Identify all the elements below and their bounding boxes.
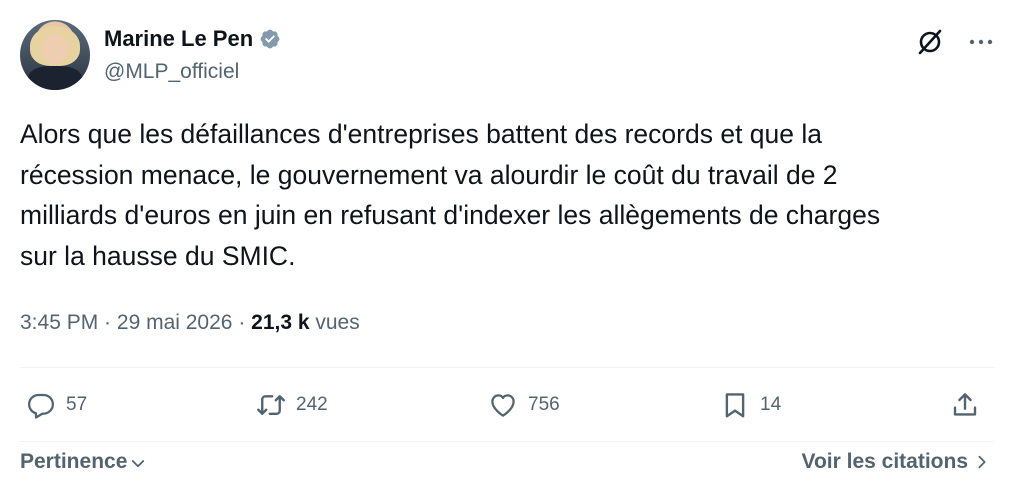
tweet-text: Alors que les défaillances d'entreprises… [20, 119, 881, 271]
like-count: 756 [528, 394, 560, 415]
share-button[interactable] [950, 390, 980, 420]
tweet-date[interactable]: 29 mai 2026 [117, 311, 233, 334]
repost-count: 242 [296, 394, 328, 415]
repost-icon [257, 395, 285, 415]
views-label: vues [309, 311, 360, 334]
chevron-right-icon [978, 455, 986, 469]
divider [20, 441, 994, 442]
reply-button[interactable]: 57 [26, 390, 87, 420]
grok-icon[interactable] [916, 28, 944, 56]
view-quotes-link[interactable]: Voir les citations [802, 450, 991, 474]
author-handle[interactable]: @MLP_officiel [104, 60, 239, 84]
more-icon[interactable] [968, 30, 994, 54]
action-bar: 57 242 756 14 [20, 390, 995, 430]
like-icon [491, 394, 515, 417]
bookmark-count: 14 [760, 394, 782, 415]
reply-count: 57 [66, 394, 88, 415]
sort-label: Pertinence [20, 450, 128, 473]
verified-badge-icon[interactable] [259, 28, 281, 50]
repost-button[interactable]: 242 [256, 390, 328, 420]
bookmark-icon [725, 393, 745, 418]
author-name-row: Marine Le Pen [104, 26, 281, 52]
reply-icon [28, 393, 54, 419]
author-display-name[interactable]: Marine Le Pen [104, 26, 253, 52]
like-button[interactable]: 756 [488, 390, 560, 420]
views-count[interactable]: 21,3 k [251, 311, 309, 334]
meta-separator: · [98, 311, 117, 334]
chevron-down-icon [132, 460, 145, 468]
sort-dropdown[interactable]: Pertinence [20, 450, 147, 474]
tweet-time[interactable]: 3:45 PM [20, 311, 98, 334]
quotes-label: Voir les citations [801, 450, 969, 473]
avatar[interactable] [20, 20, 90, 90]
tweet-header: Marine Le Pen @MLP_officiel [20, 20, 994, 92]
tweet-meta: 3:45 PM · 29 mai 2026 · 21,3 k vues [20, 309, 360, 337]
bookmark-button[interactable]: 14 [720, 390, 781, 420]
divider [20, 367, 994, 368]
meta-separator: · [232, 311, 252, 334]
replies-toolbar: Pertinence Voir les citations [20, 450, 990, 480]
share-icon [953, 393, 977, 416]
